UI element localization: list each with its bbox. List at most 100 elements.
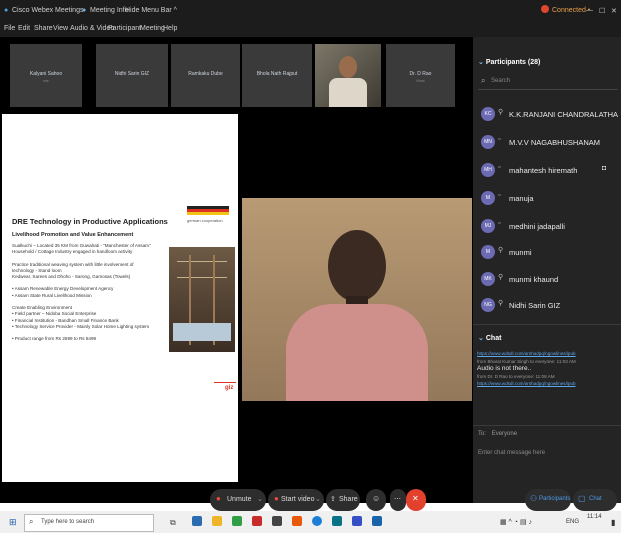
chat-message-input[interactable]: Enter chat message here (478, 450, 616, 464)
participants-toggle-button[interactable]: ⚇ Participants (525, 489, 571, 511)
participant-name: Ramkaku Dube (188, 71, 223, 77)
word-icon[interactable] (372, 516, 382, 526)
minimize-button[interactable]: — (586, 7, 593, 14)
panel-divider (473, 324, 621, 325)
windows-start-icon[interactable]: ⊞ (9, 517, 17, 528)
chevron-down-icon[interactable]: ⌄ (257, 495, 263, 503)
avatar: MK (481, 272, 495, 286)
participant-role: Host (416, 78, 425, 83)
search-icon: ⌕ (481, 76, 486, 85)
participant-name: M.V.V NAGABHUSHANAM (509, 138, 600, 147)
close-window-button[interactable]: ✕ (611, 7, 617, 15)
unmute-button[interactable]: ● Unmute ⌄ (210, 489, 266, 511)
menu-file[interactable]: File (4, 25, 15, 32)
participant-name: Kalyani Sahoo (29, 71, 63, 77)
store-icon[interactable] (232, 516, 242, 526)
chat-recipient[interactable]: To: Everyone (478, 431, 517, 437)
chrome-icon[interactable] (312, 516, 322, 526)
video-thumbnail[interactable]: Bhola Nath Rajput (242, 44, 312, 107)
video-thumbnail[interactable]: Nidhi Sarin GIZ (96, 44, 168, 107)
participant-row[interactable]: MH ▫ mahantesh hiremath ◘ (481, 160, 621, 180)
video-thumbnail[interactable]: Ramkaku Dube (171, 44, 240, 107)
chat-link[interactable]: https://www.wdsdl.com/arshadpq/ngowlines… (477, 350, 615, 358)
task-view-icon[interactable]: ⧉ (170, 518, 176, 528)
edge-icon[interactable] (192, 516, 202, 526)
participant-row[interactable]: NG ⚲ Nidhi Sarin GIZ (481, 295, 621, 315)
menu-share[interactable]: Share (34, 25, 53, 32)
participant-row[interactable]: MN ▫ M.V.V NAGABHUSHANAM (481, 132, 621, 152)
video-thumbnail[interactable] (315, 44, 381, 107)
app-icon[interactable] (332, 516, 342, 526)
chat-messages: https://www.wdsdl.com/arshadpq/ngowlines… (477, 350, 615, 388)
active-speaker-video[interactable] (242, 198, 472, 401)
slide-line: • Technology Service Provider - Mainly S… (12, 323, 150, 329)
chevron-down-icon[interactable]: ⌄ (315, 495, 321, 503)
participant-name: munmi khaund (509, 275, 559, 284)
share-label: Share (339, 496, 358, 503)
avatar: M (481, 191, 495, 205)
meeting-info-button[interactable]: Meeting Info (90, 7, 129, 14)
collapse-chevron-icon[interactable]: ⌄ (478, 335, 484, 342)
chat-link[interactable]: https://www.wdsdl.com/arshadpq/ngowlines… (477, 380, 615, 388)
mail-icon[interactable] (252, 516, 262, 526)
participant-row[interactable]: MK ⚲ munmi khaund (481, 269, 621, 289)
taskbar: ⊞ ⌕ Type here to search ⧉ ▦ ^ ◔ ▤ ♪ ENG … (0, 511, 621, 533)
slide-subtitle: Livelihood Promotion and Value Enhanceme… (12, 232, 134, 238)
video-thumbnail[interactable]: Dr. D Rao Host (386, 44, 455, 107)
participants-toggle-label: Participants (539, 496, 571, 502)
menu-participant[interactable]: Participant (108, 25, 141, 32)
more-options-button[interactable]: ⋯ (390, 489, 406, 511)
reactions-button[interactable]: ☺ (366, 489, 386, 511)
menu-view[interactable]: View (53, 25, 68, 32)
language-indicator[interactable]: ENG (566, 519, 579, 525)
participant-row[interactable]: M ▫ manuja (481, 188, 621, 208)
file-explorer-icon[interactable] (212, 516, 222, 526)
smiley-icon: ☺ (372, 494, 381, 503)
face-shape (339, 56, 357, 78)
clock[interactable]: 11:14 (587, 514, 602, 520)
maximize-button[interactable]: ☐ (599, 7, 605, 15)
collapse-chevron-icon[interactable]: ⌄ (478, 59, 484, 66)
loom-thread (177, 261, 227, 262)
participant-row[interactable]: M ⚲ munmi (481, 242, 621, 262)
chat-toggle-label: Chat (589, 496, 602, 502)
participant-search[interactable]: ⌕ Search (478, 74, 618, 90)
shared-slide: german cooperation DRE Technology in Pro… (2, 114, 238, 482)
webex-taskbar-icon[interactable] (352, 516, 362, 526)
right-panel: ⌄ Participants (28) ⌕ Search KC ⚲ K.K.RAN… (473, 37, 621, 511)
video-off-icon: ● (274, 494, 279, 503)
menu-edit[interactable]: Edit (18, 25, 30, 32)
connection-status[interactable]: Connected • (552, 7, 590, 14)
more-icon: ⋯ (394, 496, 401, 503)
giz-logo: giz (225, 385, 234, 391)
share-button[interactable]: ⇪ Share (326, 489, 360, 511)
avatar: M (481, 245, 495, 259)
phone-icon: ⚲ (498, 274, 504, 281)
participant-row[interactable]: MJ ▫ medhini jadapalli (481, 216, 621, 236)
participant-name: manuja (509, 194, 534, 203)
chat-toggle-button[interactable]: ▢ Chat (573, 489, 617, 511)
avatar: NG (481, 298, 495, 312)
end-meeting-button[interactable]: ✕ (406, 489, 426, 511)
video-thumbnail[interactable]: Kalyani Sahoo me (10, 44, 82, 107)
notification-icon[interactable]: ▮ (611, 518, 615, 527)
to-label: To: (478, 431, 487, 437)
speaker-head (328, 230, 386, 302)
participant-name: Bhola Nath Rajput (256, 71, 298, 77)
participant-row[interactable]: KC ⚲ K.K.RANJANI CHANDRALATHA (481, 104, 621, 124)
start-video-button[interactable]: ● Start video ⌄ (268, 489, 324, 511)
hide-menu-bar-button[interactable]: Hide Menu Bar ^ (125, 7, 177, 14)
participant-name: Nidhi Sarin GIZ (509, 301, 561, 310)
title-bar: ● Cisco Webex Meetings ● Meeting Info Hi… (0, 0, 621, 22)
taskbar-search[interactable]: ⌕ Type here to search (24, 514, 154, 532)
system-tray-icons[interactable]: ▦ ^ ◔ ▤ ♪ (500, 518, 532, 526)
info-icon: ● (82, 7, 87, 14)
chat-meta: from Dr. D Rao to everyone: 11:08 AM (477, 373, 555, 379)
app-icon[interactable] (272, 516, 282, 526)
computer-icon: ▫ (498, 164, 501, 171)
app-icon[interactable] (292, 516, 302, 526)
menu-meeting[interactable]: Meeting (140, 25, 165, 32)
participant-name: medhini jadapalli (509, 222, 565, 231)
menu-help[interactable]: Help (163, 25, 177, 32)
phone-icon: ⚲ (498, 300, 504, 307)
